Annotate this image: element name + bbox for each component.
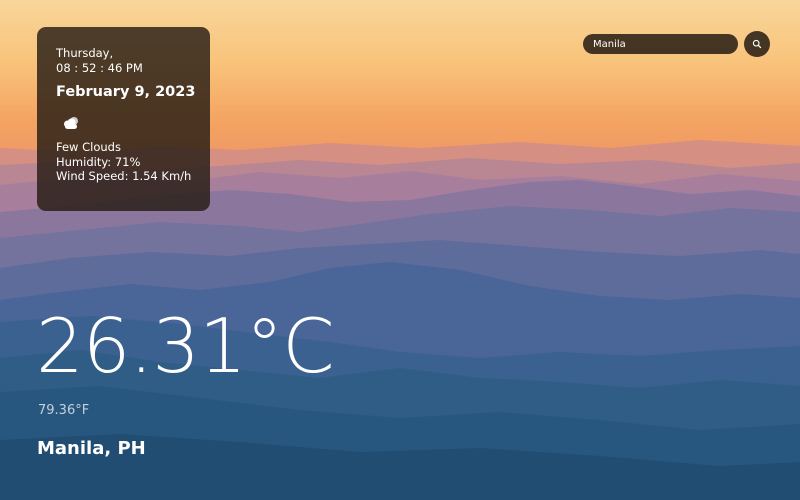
date-label: February 9, 2023 [56, 84, 196, 100]
condition-label: Few Clouds [56, 140, 121, 154]
cloud-icon [64, 117, 78, 129]
search-button[interactable] [744, 31, 770, 57]
location-label: Manila, PH [37, 438, 146, 459]
search-icon [752, 39, 762, 49]
temperature-celsius: 26.31°C [36, 302, 335, 390]
city-search-input[interactable] [583, 34, 738, 54]
weekday-label: Thursday, [56, 46, 114, 60]
wind-speed-label: Wind Speed: 1.54 Km/h [56, 169, 192, 183]
humidity-label: Humidity: 71% [56, 154, 141, 169]
temperature-fahrenheit: 79.36°F [38, 403, 90, 418]
weather-info-card: Thursday, 08 : 52 : 46 PM February 9, 20… [37, 27, 210, 211]
time-label: 08 : 52 : 46 PM [56, 60, 143, 75]
